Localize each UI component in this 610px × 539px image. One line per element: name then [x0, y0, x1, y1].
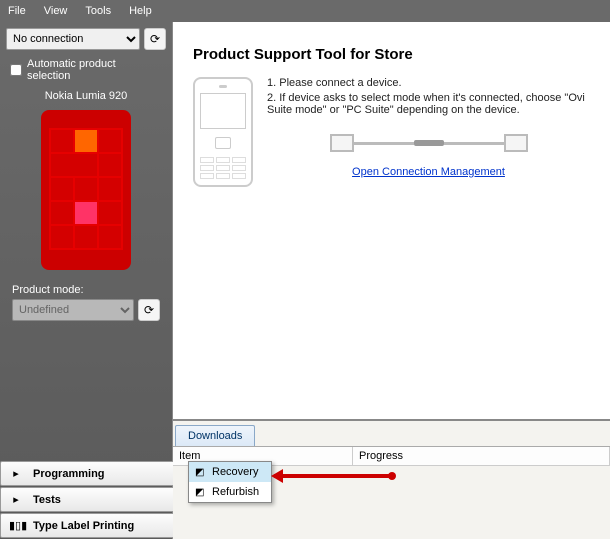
- sidebar-bottom-nav: ▸ Programming ▸ Tests ▮▯▮ Type Label Pri…: [0, 461, 176, 539]
- phone-outline-icon: [193, 77, 253, 187]
- sidebar: No connection ⟳ Automatic product select…: [0, 22, 172, 539]
- recovery-icon: ◩: [195, 467, 207, 478]
- context-refurbish-label: Refurbish: [212, 486, 259, 498]
- column-progress[interactable]: Progress: [353, 447, 610, 465]
- printing-button[interactable]: ▮▯▮ Type Label Printing: [0, 513, 176, 538]
- connection-refresh-button[interactable]: ⟳: [144, 28, 166, 50]
- menubar: File View Tools Help: [0, 0, 610, 22]
- menu-view[interactable]: View: [44, 5, 68, 17]
- auto-selection-checkbox[interactable]: [10, 64, 22, 76]
- printing-label: Type Label Printing: [33, 520, 134, 532]
- page-title: Product Support Tool for Store: [193, 46, 590, 63]
- product-image: [41, 110, 131, 270]
- refresh-icon: ⟳: [150, 32, 160, 46]
- instructions: 1. Please connect a device. 2. If device…: [267, 77, 590, 187]
- tab-downloads[interactable]: Downloads: [175, 425, 255, 446]
- open-connection-link[interactable]: Open Connection Management: [352, 166, 505, 178]
- menu-help[interactable]: Help: [129, 5, 152, 17]
- cable-icon: [267, 134, 590, 152]
- instruction-step-1: 1. Please connect a device.: [267, 77, 590, 89]
- refurbish-icon: ◩: [195, 487, 207, 498]
- barcode-icon: ▮▯▮: [9, 519, 23, 532]
- instruction-step-2: 2. If device asks to select mode when it…: [267, 92, 590, 116]
- annotation-arrow: [274, 474, 394, 478]
- auto-selection-row[interactable]: Automatic product selection: [6, 56, 166, 84]
- context-recovery[interactable]: ◩ Recovery: [189, 462, 271, 482]
- auto-selection-label: Automatic product selection: [27, 58, 162, 82]
- tests-button[interactable]: ▸ Tests: [0, 487, 176, 512]
- chevron-right-icon: ▸: [9, 493, 23, 506]
- context-menu: ◩ Recovery ◩ Refurbish: [188, 461, 272, 503]
- programming-button[interactable]: ▸ Programming: [0, 461, 176, 486]
- mode-refresh-button[interactable]: ⟳: [138, 299, 160, 321]
- context-recovery-label: Recovery: [212, 466, 258, 478]
- refresh-icon: ⟳: [144, 303, 154, 317]
- connection-select[interactable]: No connection: [6, 28, 140, 50]
- product-mode-label: Product mode:: [12, 284, 160, 296]
- product-name: Nokia Lumia 920: [6, 90, 166, 102]
- product-mode-select[interactable]: Undefined: [12, 299, 134, 321]
- context-refurbish[interactable]: ◩ Refurbish: [189, 482, 271, 502]
- tests-label: Tests: [33, 494, 61, 506]
- chevron-right-icon: ▸: [9, 467, 23, 480]
- programming-label: Programming: [33, 468, 105, 480]
- menu-tools[interactable]: Tools: [85, 5, 111, 17]
- menu-file[interactable]: File: [8, 5, 26, 17]
